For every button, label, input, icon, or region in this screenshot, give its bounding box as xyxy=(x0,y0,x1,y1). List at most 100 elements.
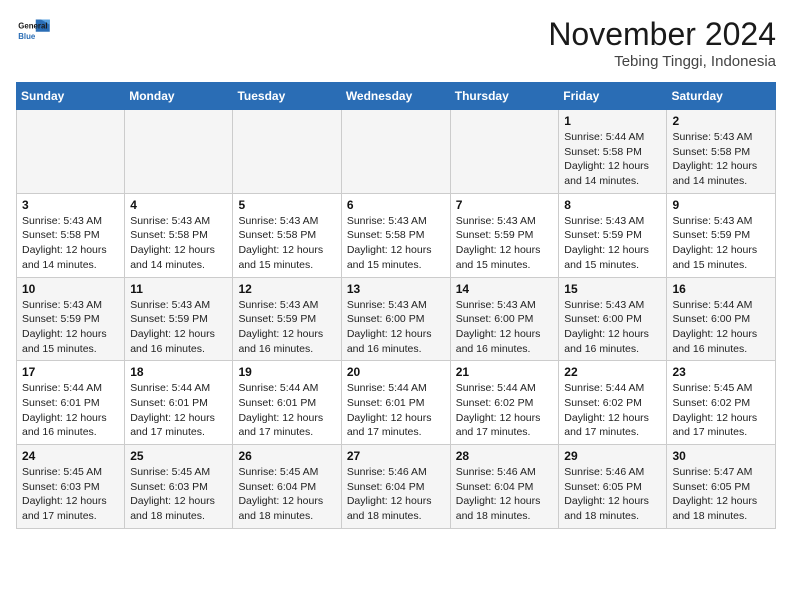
calendar-cell xyxy=(233,110,341,194)
weekday-header-wednesday: Wednesday xyxy=(341,83,450,110)
day-number: 16 xyxy=(672,282,770,296)
week-row-4: 17Sunrise: 5:44 AM Sunset: 6:01 PM Dayli… xyxy=(17,361,776,445)
day-number: 14 xyxy=(456,282,554,296)
day-info: Sunrise: 5:43 AM Sunset: 5:59 PM Dayligh… xyxy=(130,298,227,357)
calendar-cell xyxy=(341,110,450,194)
day-number: 10 xyxy=(22,282,119,296)
day-number: 25 xyxy=(130,449,227,463)
day-info: Sunrise: 5:44 AM Sunset: 6:01 PM Dayligh… xyxy=(22,381,119,440)
day-info: Sunrise: 5:46 AM Sunset: 6:04 PM Dayligh… xyxy=(347,465,445,524)
weekday-header-thursday: Thursday xyxy=(450,83,559,110)
calendar-cell: 18Sunrise: 5:44 AM Sunset: 6:01 PM Dayli… xyxy=(125,361,233,445)
day-number: 12 xyxy=(238,282,335,296)
calendar-cell xyxy=(17,110,125,194)
logo-icon: General Blue xyxy=(16,16,52,44)
day-info: Sunrise: 5:45 AM Sunset: 6:04 PM Dayligh… xyxy=(238,465,335,524)
calendar-cell: 5 Sunrise: 5:43 AM Sunset: 5:58 PM Daylig… xyxy=(233,193,341,277)
week-row-2: 3 Sunrise: 5:43 AM Sunset: 5:58 PM Daylig… xyxy=(17,193,776,277)
day-info: Sunrise: 5:44 AM Sunset: 6:02 PM Dayligh… xyxy=(564,381,661,440)
day-info: Sunrise: 5:46 AM Sunset: 6:05 PM Dayligh… xyxy=(564,465,661,524)
svg-text:Blue: Blue xyxy=(18,32,36,41)
day-number: 23 xyxy=(672,365,770,379)
day-info: Sunrise: 5:44 AM Sunset: 5:58 PM Dayligh… xyxy=(564,130,661,189)
title-block: November 2024 Tebing Tinggi, Indonesia xyxy=(548,16,776,70)
day-number: 27 xyxy=(347,449,445,463)
day-info: Sunrise: 5:47 AM Sunset: 6:05 PM Dayligh… xyxy=(672,465,770,524)
day-info: Sunrise: 5:45 AM Sunset: 6:02 PM Dayligh… xyxy=(672,381,770,440)
day-number: 2 xyxy=(672,114,770,128)
calendar-cell: 13 Sunrise: 5:43 AM Sunset: 6:00 PM Dayli… xyxy=(341,277,450,361)
weekday-header-sunday: Sunday xyxy=(17,83,125,110)
day-number: 29 xyxy=(564,449,661,463)
calendar-cell: 29 Sunrise: 5:46 AM Sunset: 6:05 PM Dayli… xyxy=(559,445,667,529)
day-info: Sunrise: 5:43 AM Sunset: 6:00 PM Dayligh… xyxy=(347,298,445,357)
day-number: 9 xyxy=(672,198,770,212)
day-number: 22 xyxy=(564,365,661,379)
day-number: 11 xyxy=(130,282,227,296)
calendar-cell: 26 Sunrise: 5:45 AM Sunset: 6:04 PM Dayli… xyxy=(233,445,341,529)
day-info: Sunrise: 5:43 AM Sunset: 5:59 PM Dayligh… xyxy=(22,298,119,357)
weekday-header-row: SundayMondayTuesdayWednesdayThursdayFrid… xyxy=(17,83,776,110)
calendar-cell: 2 Sunrise: 5:43 AM Sunset: 5:58 PM Daylig… xyxy=(667,110,776,194)
day-info: Sunrise: 5:43 AM Sunset: 6:00 PM Dayligh… xyxy=(564,298,661,357)
calendar-cell: 10 Sunrise: 5:43 AM Sunset: 5:59 PM Dayli… xyxy=(17,277,125,361)
day-number: 3 xyxy=(22,198,119,212)
day-info: Sunrise: 5:44 AM Sunset: 6:00 PM Dayligh… xyxy=(672,298,770,357)
day-number: 20 xyxy=(347,365,445,379)
calendar-cell: 17Sunrise: 5:44 AM Sunset: 6:01 PM Dayli… xyxy=(17,361,125,445)
day-number: 30 xyxy=(672,449,770,463)
day-number: 13 xyxy=(347,282,445,296)
calendar-cell xyxy=(450,110,559,194)
calendar-cell: 25Sunrise: 5:45 AM Sunset: 6:03 PM Dayli… xyxy=(125,445,233,529)
page-header: General Blue November 2024 Tebing Tinggi… xyxy=(16,16,776,70)
calendar-cell: 22 Sunrise: 5:44 AM Sunset: 6:02 PM Dayli… xyxy=(559,361,667,445)
calendar-cell: 21Sunrise: 5:44 AM Sunset: 6:02 PM Dayli… xyxy=(450,361,559,445)
day-info: Sunrise: 5:45 AM Sunset: 6:03 PM Dayligh… xyxy=(22,465,119,524)
day-info: Sunrise: 5:44 AM Sunset: 6:01 PM Dayligh… xyxy=(238,381,335,440)
day-number: 21 xyxy=(456,365,554,379)
day-number: 26 xyxy=(238,449,335,463)
month-title: November 2024 xyxy=(548,16,776,53)
day-info: Sunrise: 5:43 AM Sunset: 5:58 PM Dayligh… xyxy=(347,214,445,273)
day-number: 15 xyxy=(564,282,661,296)
weekday-header-tuesday: Tuesday xyxy=(233,83,341,110)
day-number: 8 xyxy=(564,198,661,212)
calendar-cell: 14 Sunrise: 5:43 AM Sunset: 6:00 PM Dayli… xyxy=(450,277,559,361)
day-number: 1 xyxy=(564,114,661,128)
logo: General Blue xyxy=(16,16,52,44)
day-info: Sunrise: 5:43 AM Sunset: 6:00 PM Dayligh… xyxy=(456,298,554,357)
day-number: 28 xyxy=(456,449,554,463)
day-number: 4 xyxy=(130,198,227,212)
day-info: Sunrise: 5:44 AM Sunset: 6:01 PM Dayligh… xyxy=(347,381,445,440)
day-info: Sunrise: 5:46 AM Sunset: 6:04 PM Dayligh… xyxy=(456,465,554,524)
day-number: 24 xyxy=(22,449,119,463)
calendar-cell: 9 Sunrise: 5:43 AM Sunset: 5:59 PM Daylig… xyxy=(667,193,776,277)
calendar-cell: 27 Sunrise: 5:46 AM Sunset: 6:04 PM Dayli… xyxy=(341,445,450,529)
day-number: 5 xyxy=(238,198,335,212)
calendar-cell: 30 Sunrise: 5:47 AM Sunset: 6:05 PM Dayli… xyxy=(667,445,776,529)
day-info: Sunrise: 5:43 AM Sunset: 5:58 PM Dayligh… xyxy=(238,214,335,273)
calendar-cell xyxy=(125,110,233,194)
day-info: Sunrise: 5:43 AM Sunset: 5:59 PM Dayligh… xyxy=(672,214,770,273)
calendar-cell: 8Sunrise: 5:43 AM Sunset: 5:59 PM Daylig… xyxy=(559,193,667,277)
calendar-cell: 19 Sunrise: 5:44 AM Sunset: 6:01 PM Dayli… xyxy=(233,361,341,445)
calendar-cell: 4Sunrise: 5:43 AM Sunset: 5:58 PM Daylig… xyxy=(125,193,233,277)
week-row-3: 10 Sunrise: 5:43 AM Sunset: 5:59 PM Dayli… xyxy=(17,277,776,361)
calendar-cell: 3 Sunrise: 5:43 AM Sunset: 5:58 PM Daylig… xyxy=(17,193,125,277)
day-number: 19 xyxy=(238,365,335,379)
calendar-cell: 12 Sunrise: 5:43 AM Sunset: 5:59 PM Dayli… xyxy=(233,277,341,361)
day-number: 18 xyxy=(130,365,227,379)
calendar-cell: 11 Sunrise: 5:43 AM Sunset: 5:59 PM Dayli… xyxy=(125,277,233,361)
calendar-cell: 7Sunrise: 5:43 AM Sunset: 5:59 PM Daylig… xyxy=(450,193,559,277)
svg-text:General: General xyxy=(18,21,47,30)
day-info: Sunrise: 5:43 AM Sunset: 5:58 PM Dayligh… xyxy=(672,130,770,189)
calendar-cell: 16 Sunrise: 5:44 AM Sunset: 6:00 PM Dayli… xyxy=(667,277,776,361)
weekday-header-saturday: Saturday xyxy=(667,83,776,110)
day-info: Sunrise: 5:43 AM Sunset: 5:58 PM Dayligh… xyxy=(22,214,119,273)
calendar-cell: 1 Sunrise: 5:44 AM Sunset: 5:58 PM Daylig… xyxy=(559,110,667,194)
calendar-cell: 20 Sunrise: 5:44 AM Sunset: 6:01 PM Dayli… xyxy=(341,361,450,445)
day-number: 7 xyxy=(456,198,554,212)
weekday-header-friday: Friday xyxy=(559,83,667,110)
day-info: Sunrise: 5:43 AM Sunset: 5:59 PM Dayligh… xyxy=(238,298,335,357)
calendar-cell: 6Sunrise: 5:43 AM Sunset: 5:58 PM Daylig… xyxy=(341,193,450,277)
